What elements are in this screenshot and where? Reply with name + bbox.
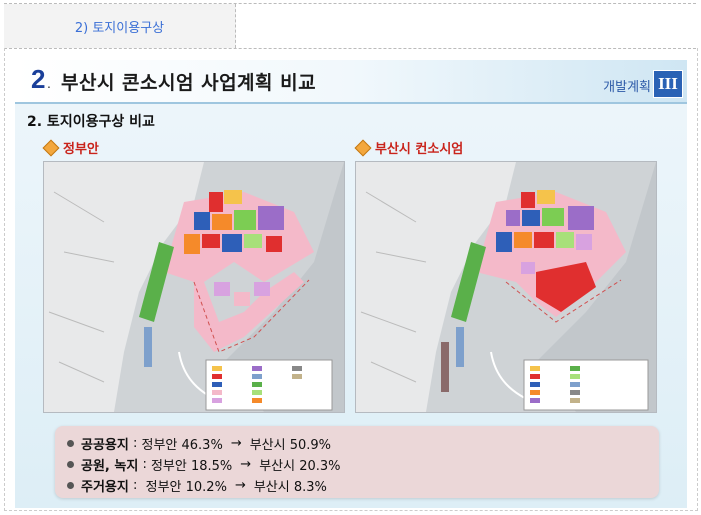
slide-title: 부산시 콘소시엄 사업계획 비교 <box>61 72 317 94</box>
map-graphic <box>44 162 344 412</box>
map-graphic <box>356 162 656 412</box>
summary-key: 공공용지 <box>81 438 129 453</box>
bullet-icon <box>67 461 74 468</box>
summary-to: 부산시 20.3% <box>259 459 341 474</box>
land-use-map-busan <box>355 161 657 413</box>
slide-subtitle: 2. 토지이용구상 비교 <box>27 114 155 130</box>
map-label-text: 부산시 컨소시엄 <box>375 142 464 157</box>
summary-sep: : <box>128 436 142 451</box>
bullet-icon <box>67 440 74 447</box>
slide-image: 2 . 부산시 콘소시엄 사업계획 비교 개발계획 III 2. 토지이용구상 … <box>15 60 687 508</box>
summary-key: 주거용지 <box>81 480 129 495</box>
summary-sep: : <box>128 478 146 493</box>
arrow-icon: → <box>240 457 252 472</box>
arrow-icon: → <box>234 478 246 493</box>
section-header-row: 2) 토지이용구상 <box>4 3 696 49</box>
map-label-government: 정부안 <box>42 138 99 157</box>
summary-item-residential: 주거용지 : 정부안 10.2% → 부산시 8.3% <box>67 476 327 495</box>
slide-number: 2 <box>31 64 46 94</box>
slide-section-tag: 개발계획 <box>603 80 651 95</box>
section-label: 2) 토지이용구상 <box>4 4 236 48</box>
summary-to: 부산시 8.3% <box>253 480 327 495</box>
map-label-busan: 부산시 컨소시엄 <box>354 138 464 157</box>
diamond-bullet-icon <box>354 139 372 156</box>
slide-roman-numeral: III <box>653 70 683 98</box>
summary-item-public: 공공용지 : 정부안 46.3% → 부산시 50.9% <box>67 434 331 453</box>
summary-to: 부산시 50.9% <box>249 438 332 453</box>
diamond-bullet-icon <box>42 139 60 156</box>
slide-header: 2 . 부산시 콘소시엄 사업계획 비교 개발계획 III <box>15 60 687 104</box>
summary-sep: : <box>138 457 151 472</box>
summary-item-park: 공원, 녹지 : 정부안 18.5% → 부산시 20.3% <box>67 455 341 474</box>
summary-box: 공공용지 : 정부안 46.3% → 부산시 50.9% 공원, 녹지 : 정부… <box>55 426 659 498</box>
summary-from: 정부안 46.3% <box>141 438 223 453</box>
bullet-icon <box>67 482 74 489</box>
summary-from: 정부안 10.2% <box>145 480 227 495</box>
land-use-map-government <box>43 161 345 413</box>
summary-key: 공원, 녹지 <box>81 459 139 474</box>
slide-number-dot: . <box>47 75 51 91</box>
header-empty-cell <box>236 4 696 48</box>
summary-from: 정부안 18.5% <box>150 459 233 474</box>
arrow-icon: → <box>230 436 242 451</box>
map-label-text: 정부안 <box>63 142 99 157</box>
